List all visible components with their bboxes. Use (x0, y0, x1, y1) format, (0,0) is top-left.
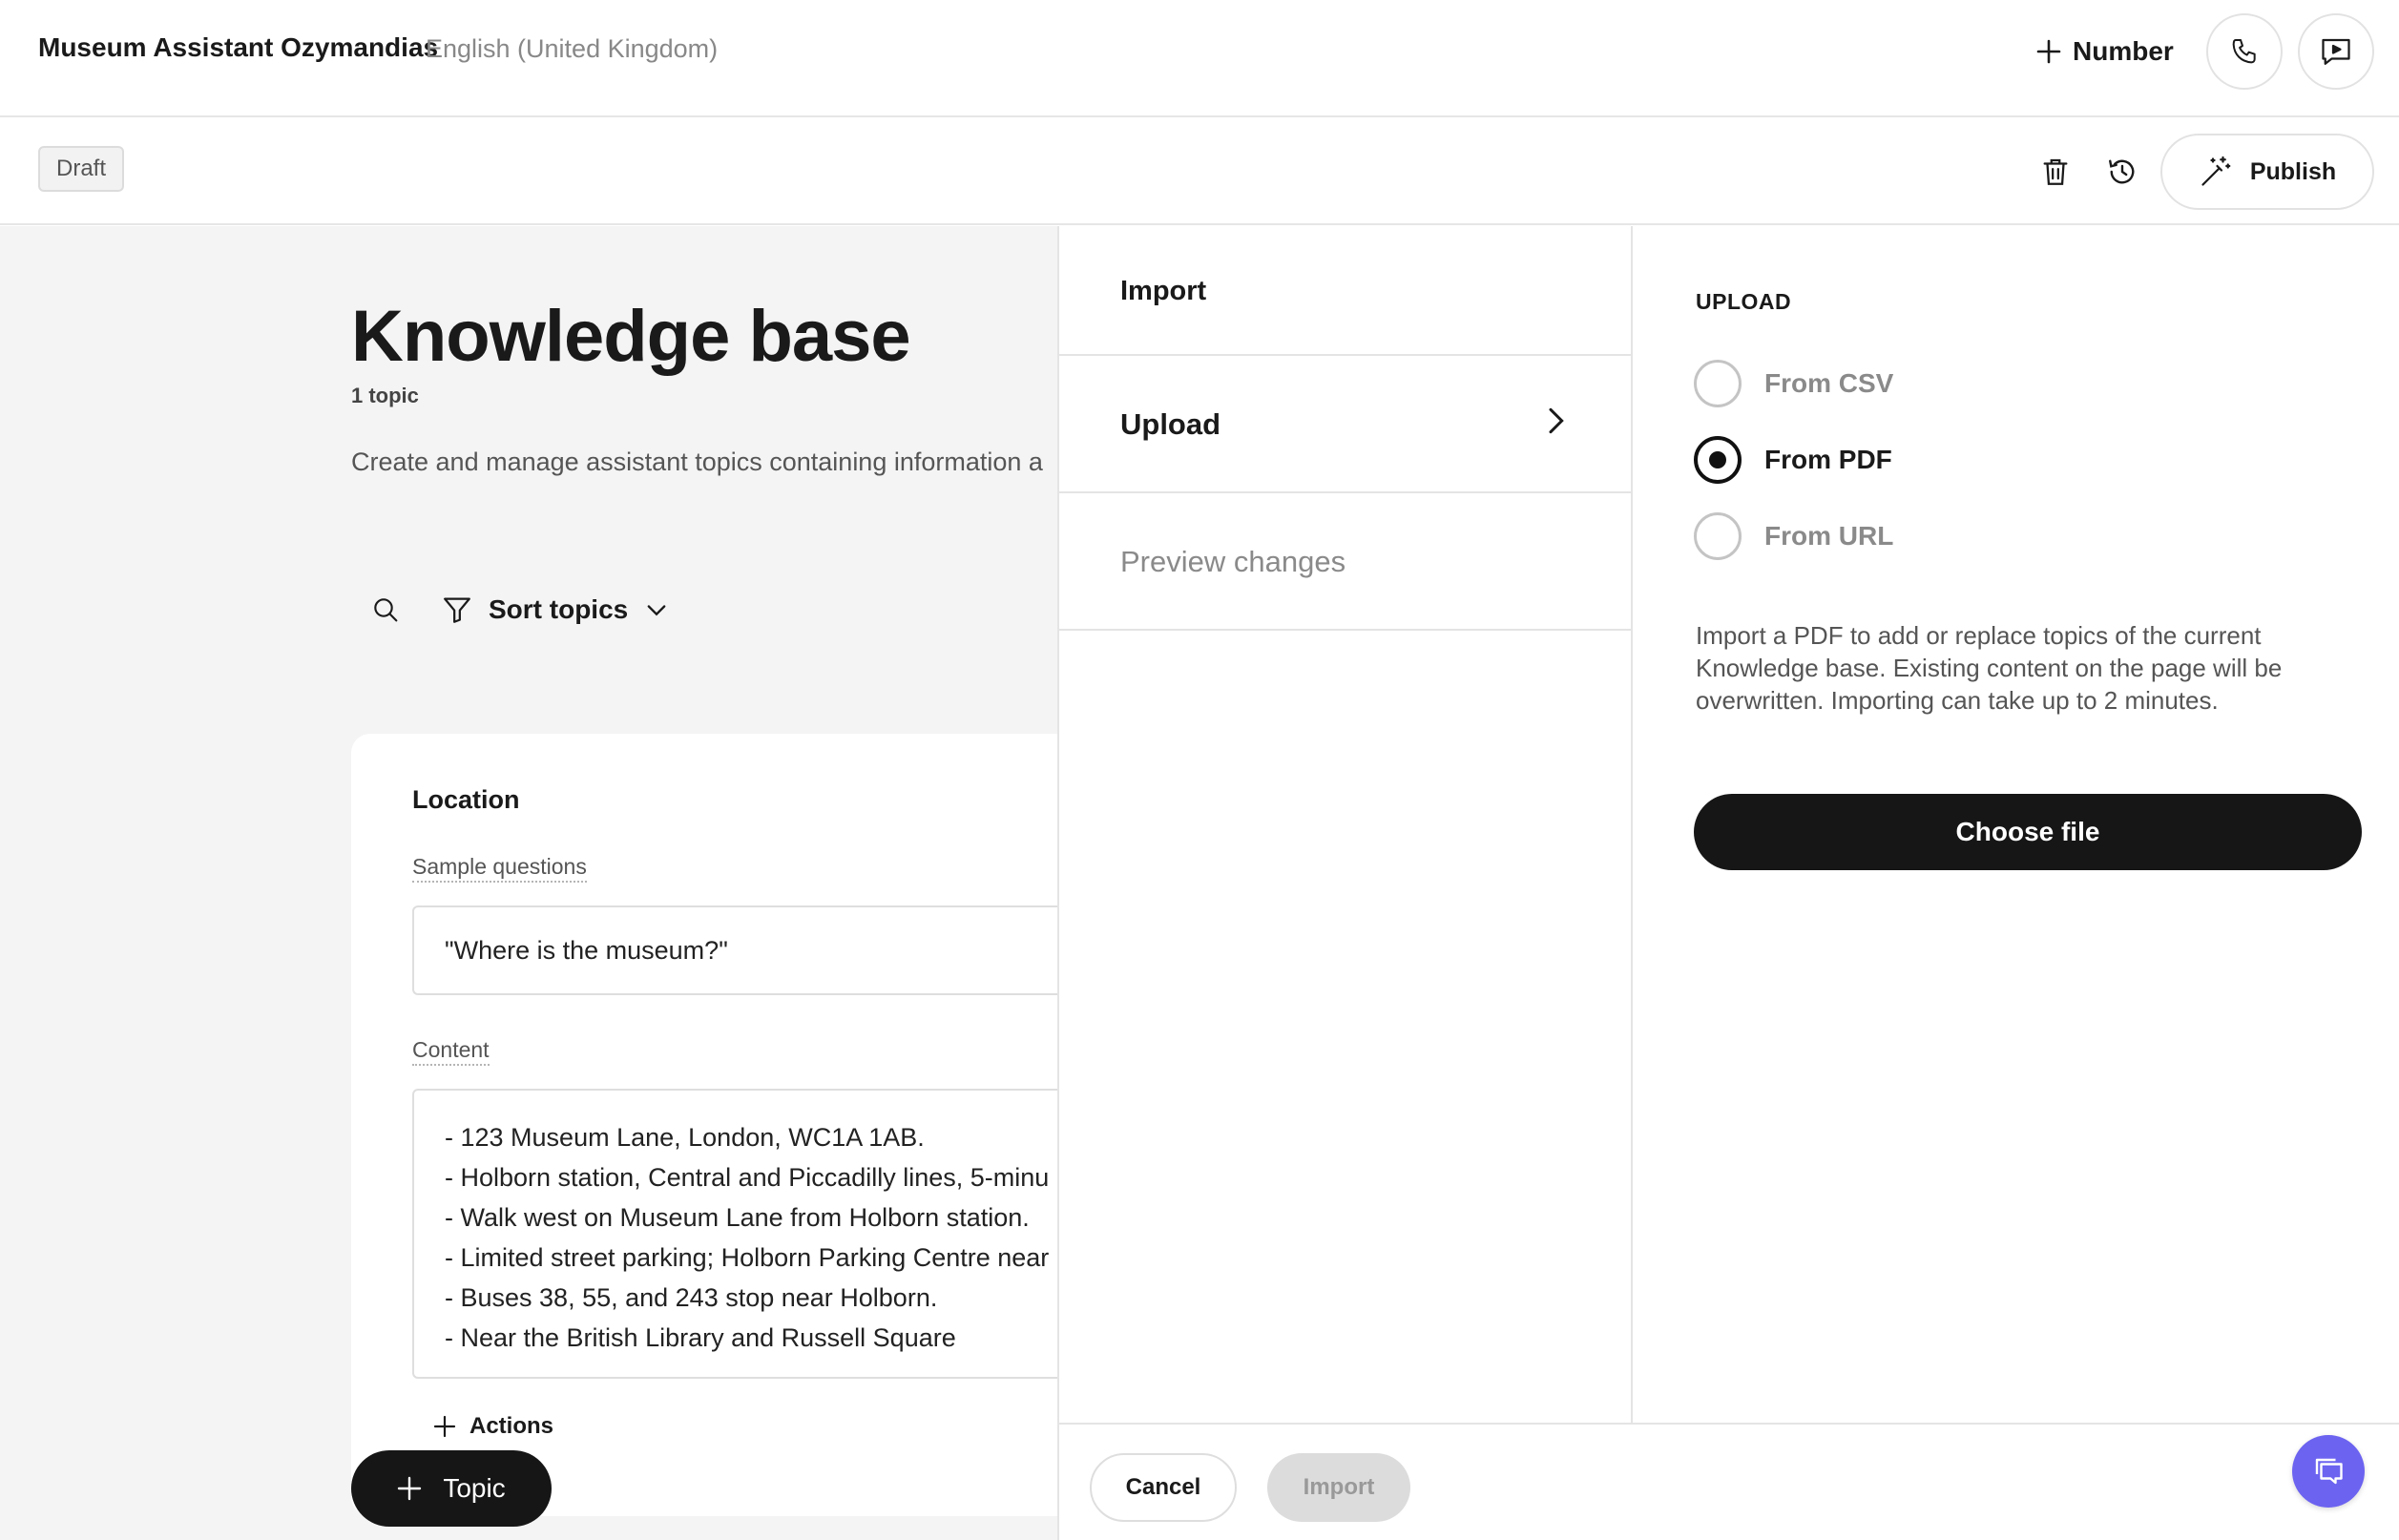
sort-topics-dropdown[interactable]: Sort topics (441, 587, 670, 633)
content-line: - 123 Museum Lane, London, WC1A 1AB. (445, 1123, 925, 1152)
plus-icon (433, 1415, 456, 1438)
plus-icon (398, 1476, 422, 1501)
radio-pdf[interactable] (1694, 436, 1742, 484)
upload-options: UPLOAD From CSV From PDF From URL Import… (1633, 226, 2399, 1423)
step-preview-label: Preview changes (1120, 545, 1346, 578)
preview-chat-button[interactable] (2298, 13, 2374, 90)
magic-wand-icon (2201, 156, 2231, 186)
add-number-button[interactable]: Number (2036, 29, 2174, 74)
import-steps: Import Upload Preview changes (1059, 226, 1633, 1423)
radio-csv[interactable] (1694, 360, 1742, 407)
sample-question-input[interactable]: "Where is the museum?" (412, 905, 1057, 995)
import-panel-title: Import (1059, 226, 1633, 356)
history-button[interactable] (2096, 145, 2149, 198)
content-line: - Walk west on Museum Lane from Holborn … (445, 1203, 1030, 1232)
content-line: - Holborn station, Central and Piccadill… (445, 1163, 1050, 1192)
support-chat-button[interactable] (2292, 1435, 2365, 1508)
import-panel-footer: Cancel Import (1059, 1423, 2399, 1540)
top-bar: Museum Assistant Ozymandias English (Uni… (0, 0, 2399, 117)
add-topic-label: Topic (443, 1473, 506, 1503)
language-label: English (United Kingdom) (426, 34, 719, 63)
cancel-button[interactable]: Cancel (1090, 1453, 1237, 1522)
import-title: Import (1120, 276, 1207, 306)
search-button[interactable] (363, 587, 408, 633)
number-button-label: Number (2073, 36, 2174, 66)
publish-label: Publish (2249, 157, 2337, 185)
chat-play-icon (2322, 38, 2350, 65)
upload-description: Import a PDF to add or replace topics of… (1696, 621, 2283, 715)
app-title: Museum Assistant Ozymandias (38, 32, 439, 62)
option-from-url[interactable]: From URL (1694, 512, 1893, 560)
option-label: From PDF (1764, 445, 1892, 474)
sample-questions-label: Sample questions (412, 854, 587, 883)
radio-url[interactable] (1694, 512, 1742, 560)
chevron-right-icon (1549, 407, 1564, 434)
step-upload[interactable]: Upload (1059, 356, 1633, 493)
content-line: - Buses 38, 55, and 243 stop near Holbor… (445, 1283, 938, 1312)
delete-button[interactable] (2029, 145, 2082, 198)
actions-label: Actions (469, 1413, 554, 1439)
history-icon (2109, 159, 2135, 184)
topic-count: 1 topic (351, 384, 419, 407)
option-from-pdf[interactable]: From PDF (1694, 436, 1892, 484)
content-label: Content (412, 1037, 490, 1066)
option-label: From URL (1764, 521, 1894, 551)
step-preview-changes[interactable]: Preview changes (1059, 493, 1633, 631)
toolbar: Draft Publish (0, 118, 2399, 225)
phone-icon (2232, 39, 2256, 64)
upload-heading: UPLOAD (1696, 289, 1792, 314)
import-panel: Import Upload Preview changes UPLOAD Fro… (1057, 226, 2399, 1540)
import-button[interactable]: Import (1267, 1453, 1410, 1522)
call-button[interactable] (2206, 13, 2283, 90)
filter-icon (444, 597, 470, 623)
publish-button[interactable]: Publish (2160, 134, 2374, 210)
trash-icon (2043, 158, 2068, 185)
option-label: From CSV (1764, 368, 1894, 398)
plus-icon (2036, 39, 2061, 64)
add-topic-button[interactable]: Topic (351, 1450, 552, 1527)
chevron-down-icon (647, 605, 666, 616)
content-line: - Limited street parking; Holborn Parkin… (445, 1243, 1050, 1272)
step-upload-label: Upload (1120, 407, 1221, 441)
search-icon (374, 598, 398, 622)
topic-card: Location Sample questions "Where is the … (351, 734, 1057, 1516)
content-textarea[interactable]: - 123 Museum Lane, London, WC1A 1AB. - H… (412, 1089, 1057, 1379)
page-title: Knowledge base (351, 296, 911, 377)
sort-topics-label: Sort topics (489, 594, 629, 624)
content-line: - Near the British Library and Russell S… (445, 1323, 956, 1352)
choose-file-button[interactable]: Choose file (1694, 794, 2362, 870)
add-actions-button[interactable]: Actions (433, 1413, 553, 1440)
topic-title: Location (412, 785, 520, 814)
option-from-csv[interactable]: From CSV (1694, 360, 1893, 407)
knowledge-base-page: Knowledge base 1 topic Create and manage… (0, 226, 1057, 1540)
chat-bubbles-icon (2315, 1458, 2343, 1485)
page-description: Create and manage assistant topics conta… (351, 447, 1043, 476)
status-badge: Draft (38, 146, 125, 192)
